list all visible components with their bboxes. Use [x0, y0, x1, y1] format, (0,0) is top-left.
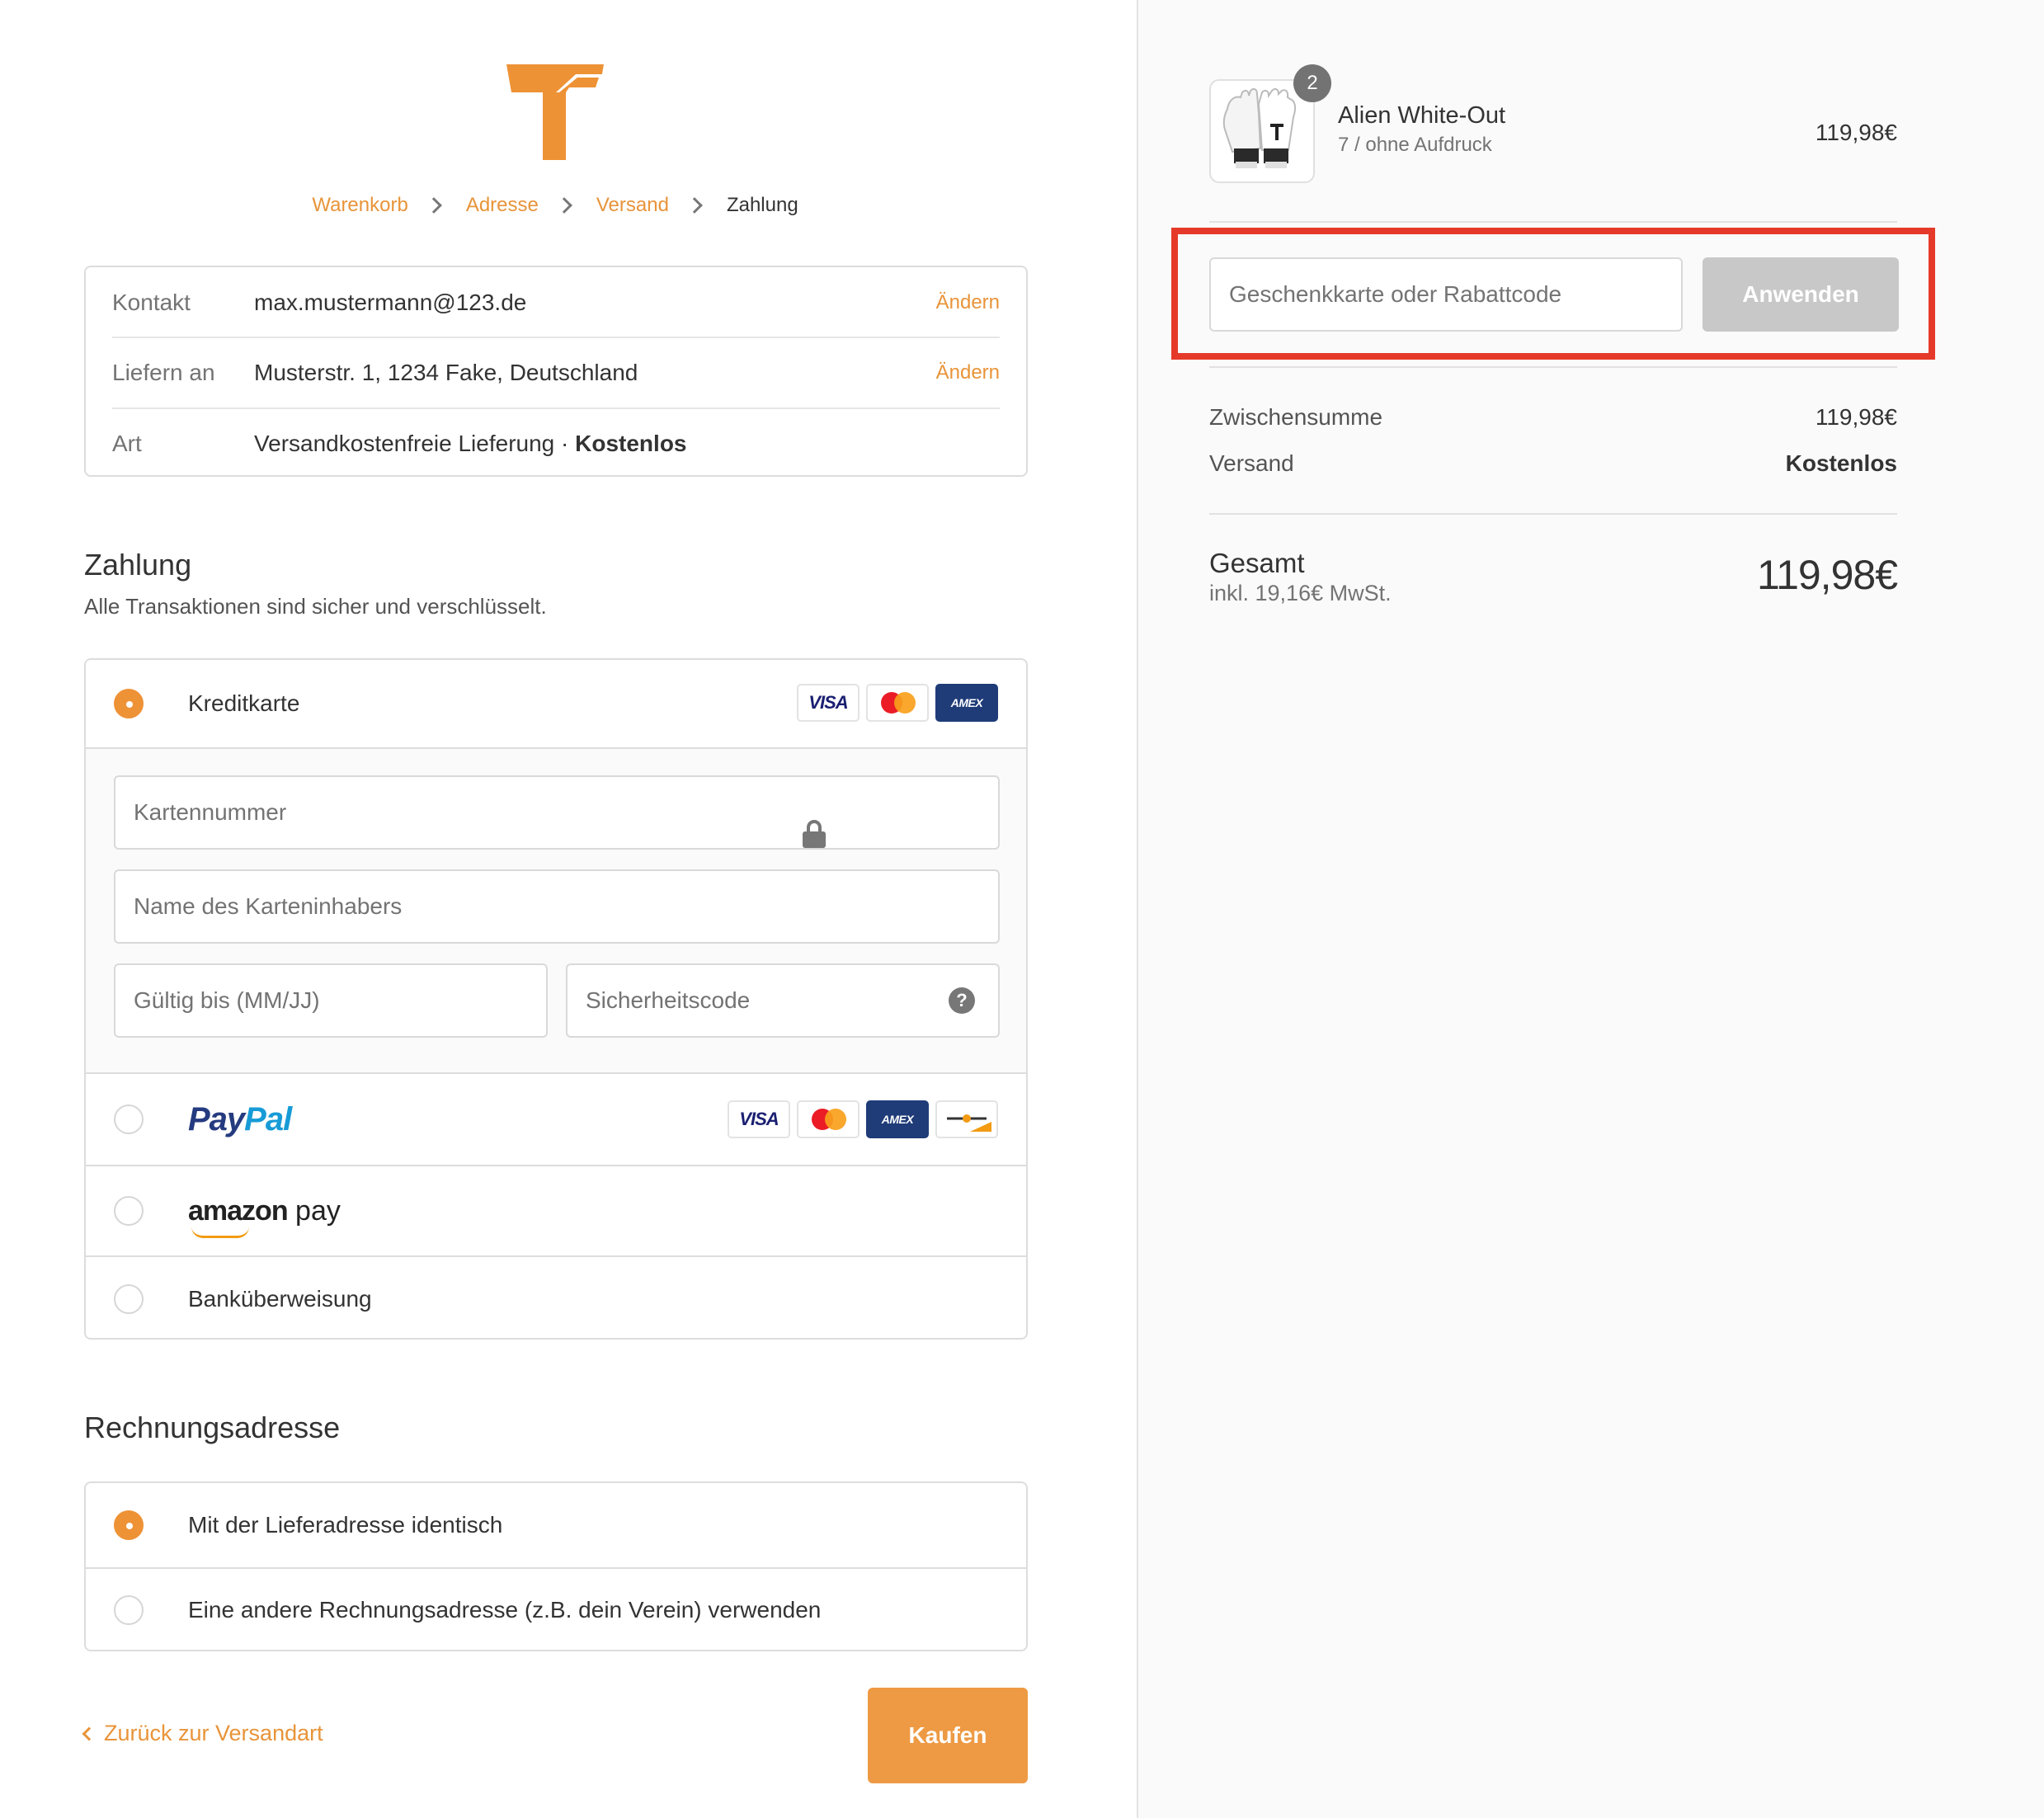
shipping-value: Kostenlos — [1785, 450, 1897, 476]
t-logo-icon — [506, 64, 604, 160]
billing-other-radio[interactable] — [114, 1595, 144, 1625]
payment-methods: Kreditkarte VISA AMEX ? — [84, 658, 1028, 1340]
billing-title: Rechnungsadresse — [84, 1411, 341, 1444]
card-number-field[interactable] — [114, 775, 1000, 850]
checkout-main: Warenkorb Adresse Versand Zahlung Kontak… — [0, 0, 1137, 1818]
summary-method-row: Art Versandkostenfreie Lieferung · Koste… — [112, 407, 1000, 478]
card-expiry-input[interactable] — [134, 987, 464, 1014]
lock-icon — [802, 820, 827, 848]
card-holder-field[interactable] — [114, 869, 1000, 944]
payment-option-creditcard[interactable]: Kreditkarte VISA AMEX — [86, 660, 1026, 747]
billing-same-label: Mit der Lieferadresse identisch — [188, 1512, 503, 1538]
chevron-right-icon — [555, 197, 572, 214]
subtotal-label: Zwischensumme — [1209, 404, 1383, 430]
tax-note: inkl. 19,16€ MwSt. — [1209, 581, 1392, 605]
method-price: Kostenlos — [575, 431, 687, 456]
paypal-radio[interactable] — [114, 1104, 144, 1134]
amex-icon: AMEX — [866, 1100, 929, 1138]
shipping-label: Versand — [1209, 450, 1294, 476]
summary-shipto-row: Liefern an Musterstr. 1, 1234 Fake, Deut… — [112, 337, 1000, 407]
summary-method-value: Versandkostenfreie Lieferung · Kostenlos — [254, 431, 1000, 457]
subtotal-value: 119,98€ — [1815, 404, 1897, 430]
divider — [1209, 366, 1897, 368]
method-name: Versandkostenfreie Lieferung · — [254, 431, 576, 456]
product-thumbnail: 2 — [1209, 64, 1331, 183]
change-contact-link[interactable]: Ändern — [936, 291, 1000, 314]
quantity-badge: 2 — [1293, 64, 1331, 102]
back-label: Zurück zur Versandart — [104, 1721, 323, 1745]
help-icon[interactable]: ? — [949, 987, 975, 1014]
summary-contact-label: Kontakt — [112, 290, 191, 315]
breadcrumb: Warenkorb Adresse Versand Zahlung — [0, 191, 1110, 219]
summary-contact-row: Kontakt max.mustermann@123.de Ändern — [112, 267, 1000, 338]
back-to-shipping-link[interactable]: Zurück zur Versandart — [82, 1721, 323, 1746]
breadcrumb-cart[interactable]: Warenkorb — [312, 194, 407, 217]
payment-subtitle: Alle Transaktionen sind sicher und versc… — [84, 594, 547, 619]
payment-option-amazonpay[interactable]: amazon pay — [86, 1165, 1026, 1255]
more-cards-icon — [935, 1100, 998, 1138]
card-cvc-field[interactable]: ? — [566, 963, 1000, 1038]
chevron-left-icon — [82, 1726, 97, 1740]
creditcard-form: ? — [86, 747, 1026, 1074]
card-number-input[interactable] — [134, 799, 826, 826]
card-expiry-field[interactable] — [114, 963, 548, 1038]
divider — [1209, 221, 1897, 223]
creditcard-radio[interactable] — [114, 689, 144, 718]
product-price: 119,98€ — [1815, 120, 1897, 145]
amex-icon: AMEX — [935, 684, 998, 722]
discount-code-field[interactable] — [1209, 257, 1683, 332]
creditcard-label: Kreditkarte — [188, 690, 300, 716]
amazon-smile-icon — [191, 1227, 249, 1238]
amazonpay-logo: amazon pay — [188, 1195, 341, 1238]
breadcrumb-payment: Zahlung — [726, 194, 798, 216]
paypal-logo: PayPal — [188, 1100, 292, 1137]
payment-option-bank[interactable]: Banküberweisung — [86, 1255, 1026, 1338]
shop-logo[interactable] — [506, 63, 604, 160]
bank-radio[interactable] — [114, 1284, 144, 1314]
chevron-right-icon — [425, 197, 442, 214]
payment-option-paypal[interactable]: PayPal VISA AMEX — [86, 1074, 1026, 1165]
paypal-brands: VISA AMEX — [728, 1100, 998, 1138]
amazonpay-radio[interactable] — [114, 1196, 144, 1226]
product-name: Alien White-Out — [1338, 102, 1506, 129]
bank-label: Banküberweisung — [188, 1286, 372, 1312]
visa-icon: VISA — [797, 684, 860, 722]
chevron-right-icon — [686, 197, 703, 214]
breadcrumb-address[interactable]: Adresse — [466, 194, 539, 217]
breadcrumb-shipping[interactable]: Versand — [596, 194, 669, 217]
billing-option-same[interactable]: Mit der Lieferadresse identisch — [86, 1483, 1026, 1567]
creditcard-brands: VISA AMEX — [797, 684, 998, 722]
billing-other-label: Eine andere Rechnungsadresse (z.B. dein … — [188, 1597, 822, 1623]
card-cvc-input[interactable] — [586, 987, 916, 1014]
mastercard-icon — [866, 684, 929, 722]
divider — [1209, 513, 1897, 515]
total-value: 119,98€ — [1756, 552, 1898, 598]
payment-title: Zahlung — [84, 548, 192, 582]
summary-method-label: Art — [112, 431, 142, 456]
visa-icon: VISA — [728, 1100, 790, 1138]
apply-discount-button[interactable]: Anwenden — [1703, 257, 1899, 332]
summary-contact-value: max.mustermann@123.de — [254, 290, 527, 315]
billing-options: Mit der Lieferadresse identisch Eine and… — [84, 1481, 1028, 1651]
buy-button[interactable]: Kaufen — [868, 1688, 1028, 1783]
discount-code-input[interactable] — [1229, 281, 1637, 308]
card-holder-input[interactable] — [134, 893, 826, 920]
total-label: Gesamt — [1209, 548, 1305, 578]
summary-shipto-label: Liefern an — [112, 360, 215, 385]
mastercard-icon — [797, 1100, 860, 1138]
product-variant: 7 / ohne Aufdruck — [1338, 134, 1492, 156]
billing-option-other[interactable]: Eine andere Rechnungsadresse (z.B. dein … — [86, 1567, 1026, 1651]
summary-shipto-value: Musterstr. 1, 1234 Fake, Deutschland — [254, 360, 638, 385]
billing-same-radio[interactable] — [114, 1510, 144, 1540]
checkout-summary: Kontakt max.mustermann@123.de Ändern Lie… — [84, 266, 1028, 477]
change-shipto-link[interactable]: Ändern — [936, 361, 1000, 384]
